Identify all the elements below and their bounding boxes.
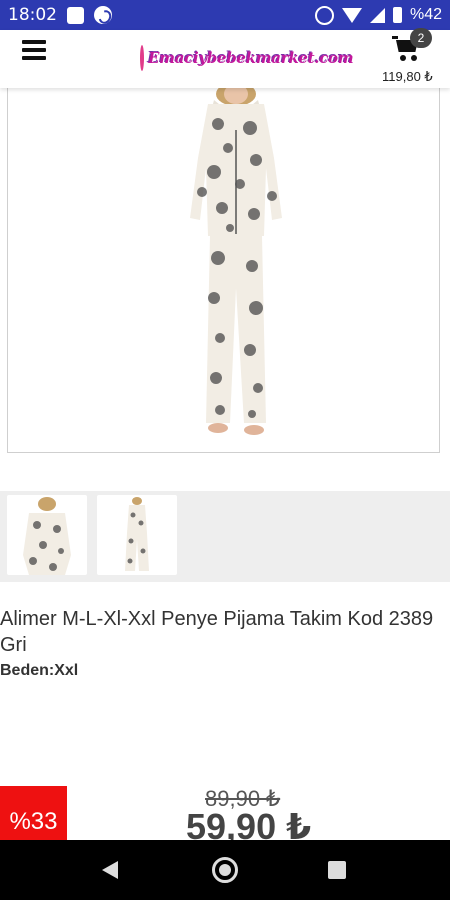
thumbnail-2[interactable] [97,495,177,575]
thumbnail-photo [125,497,149,571]
thumbnail-1[interactable] [7,495,87,575]
product-size: Beden:Xxl [0,662,79,679]
status-right: %42 [314,5,442,25]
site-header: Emaciybebekmarket.com 2 119,80 ₺ [0,28,450,88]
product-main-image[interactable] [7,88,440,453]
notification-icon [67,6,84,24]
cart-count-badge[interactable]: 2 [410,28,432,48]
product-photo [190,88,282,435]
recents-icon[interactable] [328,861,346,879]
system-nav-bar [0,840,450,900]
cart-total[interactable]: 119,80 ₺ [382,69,433,85]
battery-level: %42 [409,6,442,23]
status-bar: 18:02 %42 [0,0,450,30]
back-icon[interactable] [102,861,118,879]
site-logo[interactable]: Emaciybebekmarket.com [140,38,354,78]
alarm-icon [314,5,334,25]
discount-badge: %33 [0,786,67,842]
app-notification-icon [94,6,112,24]
product-title: Alimer M-L-Xl-Xxl Penye Pijama Takim Kod… [0,608,434,656]
thumbnail-photo [23,497,71,575]
status-left: 18:02 [8,5,112,25]
logo-text: Emaciybebekmarket.com [148,49,354,67]
signal-icon [369,7,385,23]
wifi-icon [341,7,362,23]
status-time: 18:02 [8,5,57,25]
thumbnail-strip [0,491,450,582]
battery-icon [392,7,402,23]
menu-icon[interactable] [22,40,46,60]
baby-logo-icon [140,45,144,71]
home-icon[interactable] [212,857,238,883]
